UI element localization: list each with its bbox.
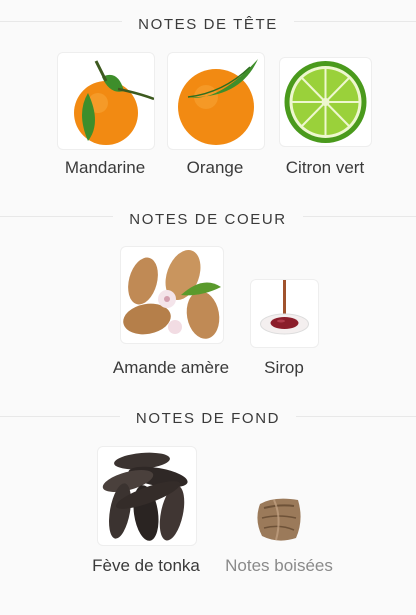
note-label: Notes boisées <box>225 556 333 575</box>
notes-page: NOTES DE TÊTE Mandarine Orange Citron ve… <box>0 0 416 615</box>
tonka-bean-icon <box>97 446 197 546</box>
note-label: Citron vert <box>285 158 365 177</box>
lime-icon <box>279 57 372 147</box>
note-label: Orange <box>186 158 244 177</box>
note-label: Fève de tonka <box>92 556 200 575</box>
section-title-heart: NOTES DE COEUR <box>0 207 416 232</box>
note-label: Sirop <box>264 358 304 377</box>
orange-icon <box>167 52 265 150</box>
section-title-head: NOTES DE TÊTE <box>0 12 416 37</box>
wood-icon <box>254 494 304 544</box>
mandarin-icon <box>57 52 155 150</box>
section-title-base: NOTES DE FOND <box>0 406 416 431</box>
almond-icon <box>120 246 224 344</box>
note-label: Amande amère <box>112 358 230 377</box>
syrup-icon <box>250 279 319 348</box>
note-label: Mandarine <box>64 158 146 177</box>
